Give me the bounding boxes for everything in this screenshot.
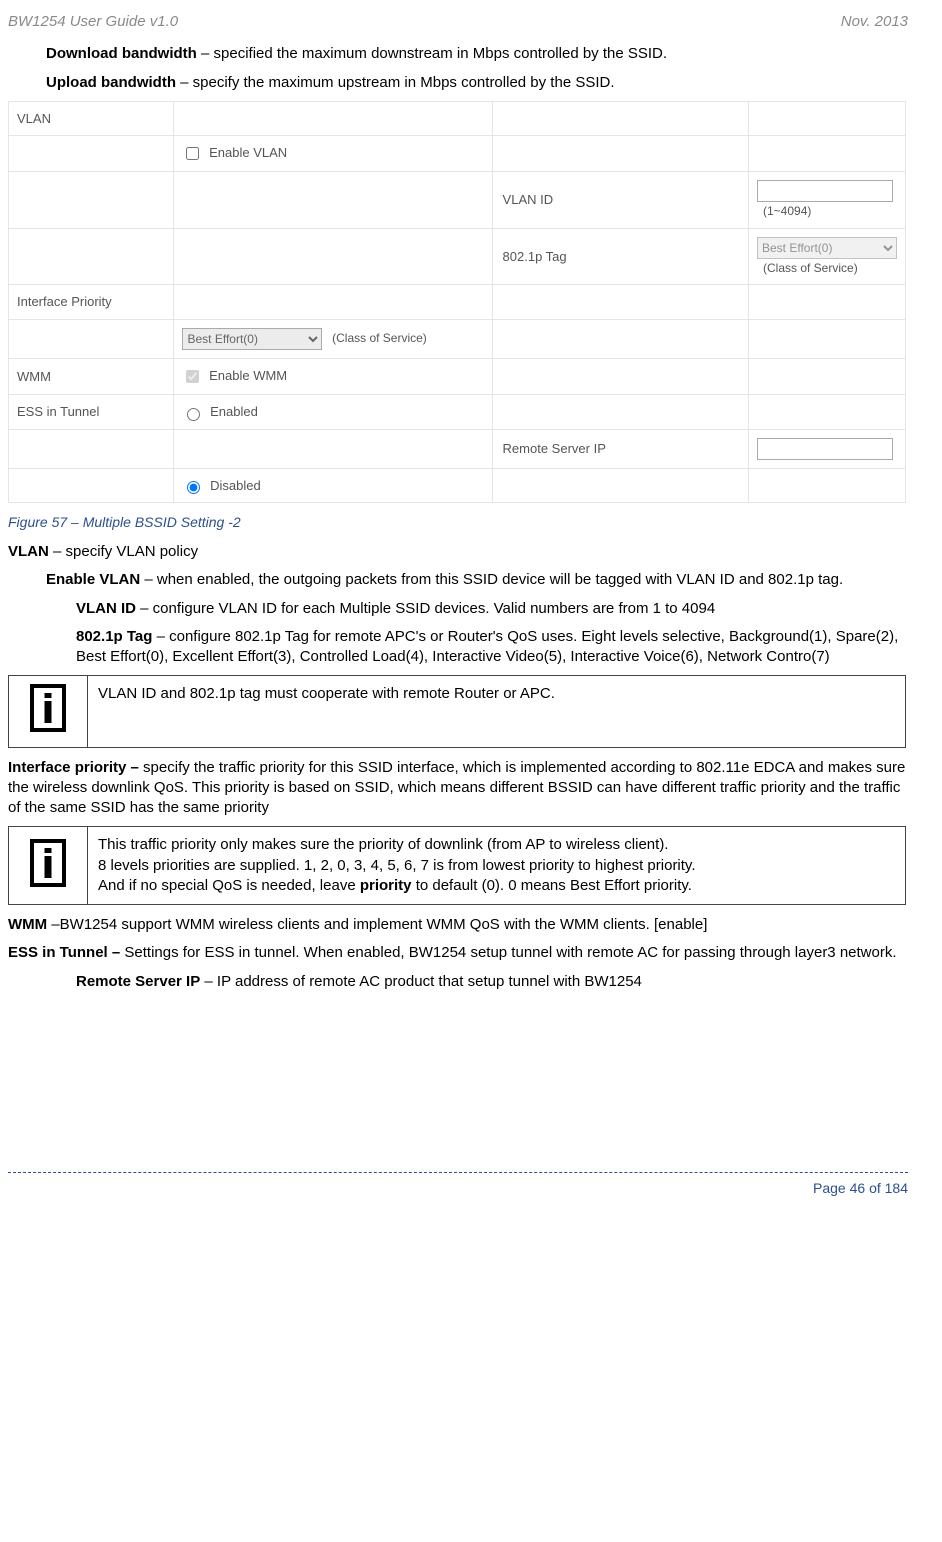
download-bandwidth-label: Download bandwidth [46, 45, 197, 62]
if-priority-row-label: Interface Priority [9, 285, 174, 320]
vlan-heading: VLAN – specify VLAN policy [8, 542, 906, 562]
enable-vlan-checkbox[interactable] [186, 147, 199, 160]
info-box-2: This traffic priority only makes sure th… [8, 826, 906, 905]
ess-row-label: ESS in Tunnel [9, 395, 174, 430]
info-2-text: This traffic priority only makes sure th… [88, 827, 906, 905]
wmm-row-label: WMM [9, 359, 174, 395]
enable-wmm-checkbox[interactable] [186, 370, 199, 383]
ess-desc: ESS in Tunnel – Settings for ESS in tunn… [8, 943, 906, 963]
header-left: BW1254 User Guide v1.0 [8, 12, 178, 32]
ess-enabled-label: Enabled [210, 404, 258, 419]
remote-ip-input[interactable] [757, 438, 893, 460]
tag-select[interactable]: Best Effort(0) [757, 237, 897, 259]
upload-bandwidth-label: Upload bandwidth [46, 74, 176, 91]
info-box-1: VLAN ID and 802.1p tag must cooperate wi… [8, 675, 906, 747]
ess-disabled-radio[interactable] [187, 481, 200, 494]
enable-vlan-label: Enable VLAN [209, 145, 287, 160]
ess-disabled-label: Disabled [210, 478, 261, 493]
vlan-id-input[interactable] [757, 180, 893, 202]
info-icon [30, 684, 66, 732]
if-priority-select[interactable]: Best Effort(0) [182, 328, 322, 350]
if-priority-cos: (Class of Service) [332, 331, 427, 345]
wmm-desc: WMM –BW1254 support WMM wireless clients… [8, 915, 906, 935]
enable-vlan-cell: Enable VLAN [174, 136, 492, 172]
page-footer: Page 46 of 184 [8, 1172, 908, 1198]
ess-enabled-radio[interactable] [187, 408, 200, 421]
vlan-row-label: VLAN [9, 101, 174, 136]
enable-wmm-label: Enable WMM [209, 368, 287, 383]
vlan-id-hint: (1~4094) [763, 204, 811, 218]
info-icon [30, 839, 66, 887]
header-right: Nov. 2013 [841, 12, 908, 32]
upload-bandwidth: Upload bandwidth – specify the maximum u… [8, 73, 906, 93]
tag-desc: 802.1p Tag – configure 802.1p Tag for re… [8, 627, 906, 668]
info-1-text: VLAN ID and 802.1p tag must cooperate wi… [88, 676, 906, 747]
enable-vlan-desc: Enable VLAN – when enabled, the outgoing… [8, 570, 906, 590]
tag-label: 802.1p Tag [492, 228, 748, 285]
vlan-id-label: VLAN ID [492, 172, 748, 229]
interface-priority-desc: Interface priority – specify the traffic… [8, 758, 906, 819]
tag-cos: (Class of Service) [763, 261, 858, 275]
download-bandwidth: Download bandwidth – specified the maxim… [8, 44, 906, 64]
figure-caption: Figure 57 – Multiple BSSID Setting -2 [8, 513, 906, 532]
vlan-id-desc: VLAN ID – configure VLAN ID for each Mul… [8, 599, 906, 619]
remote-ip-label: Remote Server IP [492, 429, 748, 468]
settings-table: VLAN Enable VLAN VLAN ID (1~4094) [8, 101, 906, 503]
remote-ip-desc: Remote Server IP – IP address of remote … [8, 972, 906, 992]
